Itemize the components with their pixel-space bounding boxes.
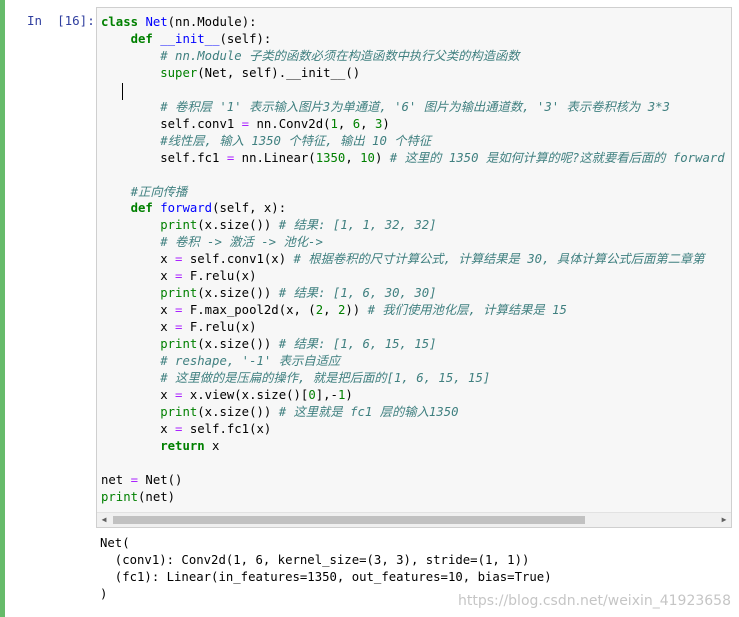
output-line: (conv1): Conv2d(1, 6, kernel_size=(3, 3)…: [100, 552, 530, 567]
code-line[interactable]: x = F.relu(x): [101, 269, 256, 283]
code-line[interactable]: print(x.size()) # 结果: [1, 6, 15, 15]: [101, 337, 436, 351]
code-line[interactable]: x = F.relu(x): [101, 320, 256, 334]
output-line: (fc1): Linear(in_features=1350, out_feat…: [100, 569, 552, 584]
output-line: Net(: [100, 536, 130, 550]
output-line: ): [100, 586, 108, 601]
code-line[interactable]: super(Net, self).__init__(): [101, 66, 360, 80]
code-line[interactable]: # nn.Module 子类的函数必须在构造函数中执行父类的构造函数: [101, 49, 519, 63]
cell-selection-bar: [0, 0, 5, 617]
code-line[interactable]: # 这里做的是压扁的操作, 就是把后面的[1, 6, 15, 15]: [101, 371, 490, 385]
code-line[interactable]: def __init__(self):: [101, 32, 272, 46]
code-line[interactable]: print(x.size()) # 结果: [1, 1, 32, 32]: [101, 218, 436, 232]
code-line[interactable]: class Net(nn.Module):: [101, 15, 257, 29]
watermark: https://blog.csdn.net/weixin_41923658: [457, 593, 731, 609]
text-cursor: [122, 83, 123, 100]
horizontal-scrollbar[interactable]: ◀ ▶: [97, 512, 731, 527]
scroll-right-arrow-icon[interactable]: ▶: [717, 513, 731, 527]
input-prompt: In [16]:: [27, 13, 95, 28]
code-line[interactable]: x = self.fc1(x): [101, 422, 271, 436]
code-line[interactable]: x = x.view(x.size()[0],-1): [101, 388, 353, 402]
code-line[interactable]: return x: [101, 439, 219, 453]
code-line[interactable]: net = Net(): [101, 473, 182, 487]
code-line[interactable]: #正向传播: [101, 185, 188, 199]
code-editor[interactable]: class Net(nn.Module): def __init__(self)…: [96, 7, 732, 528]
code-line[interactable]: # reshape, '-1' 表示自适应: [101, 354, 340, 368]
code-text[interactable]: class Net(nn.Module): def __init__(self)…: [101, 14, 725, 506]
code-line[interactable]: print(x.size()) # 这里就是 fc1 层的输入1350: [101, 405, 458, 419]
code-line[interactable]: self.fc1 = nn.Linear(1350, 10) # 这里的 135…: [101, 151, 724, 165]
code-line[interactable]: x = F.max_pool2d(x, (2, 2)) # 我们使用池化层, 计…: [101, 303, 567, 317]
code-line[interactable]: def forward(self, x):: [101, 201, 287, 215]
code-line[interactable]: x = self.conv1(x) # 根据卷积的尺寸计算公式, 计算结果是 3…: [101, 252, 704, 266]
code-line[interactable]: #线性层, 输入 1350 个特征, 输出 10 个特征: [101, 134, 431, 148]
scroll-left-arrow-icon[interactable]: ◀: [97, 513, 111, 527]
code-line[interactable]: # 卷积 -> 激活 -> 池化->: [101, 235, 323, 249]
code-line[interactable]: print(net): [101, 490, 175, 504]
scrollbar-thumb[interactable]: [113, 516, 585, 524]
code-line[interactable]: print(x.size()) # 结果: [1, 6, 30, 30]: [101, 286, 436, 300]
code-line[interactable]: # 卷积层 '1' 表示输入图片3为单通道, '6' 图片为输出通道数, '3'…: [101, 100, 670, 114]
code-line[interactable]: self.conv1 = nn.Conv2d(1, 6, 3): [101, 117, 390, 131]
